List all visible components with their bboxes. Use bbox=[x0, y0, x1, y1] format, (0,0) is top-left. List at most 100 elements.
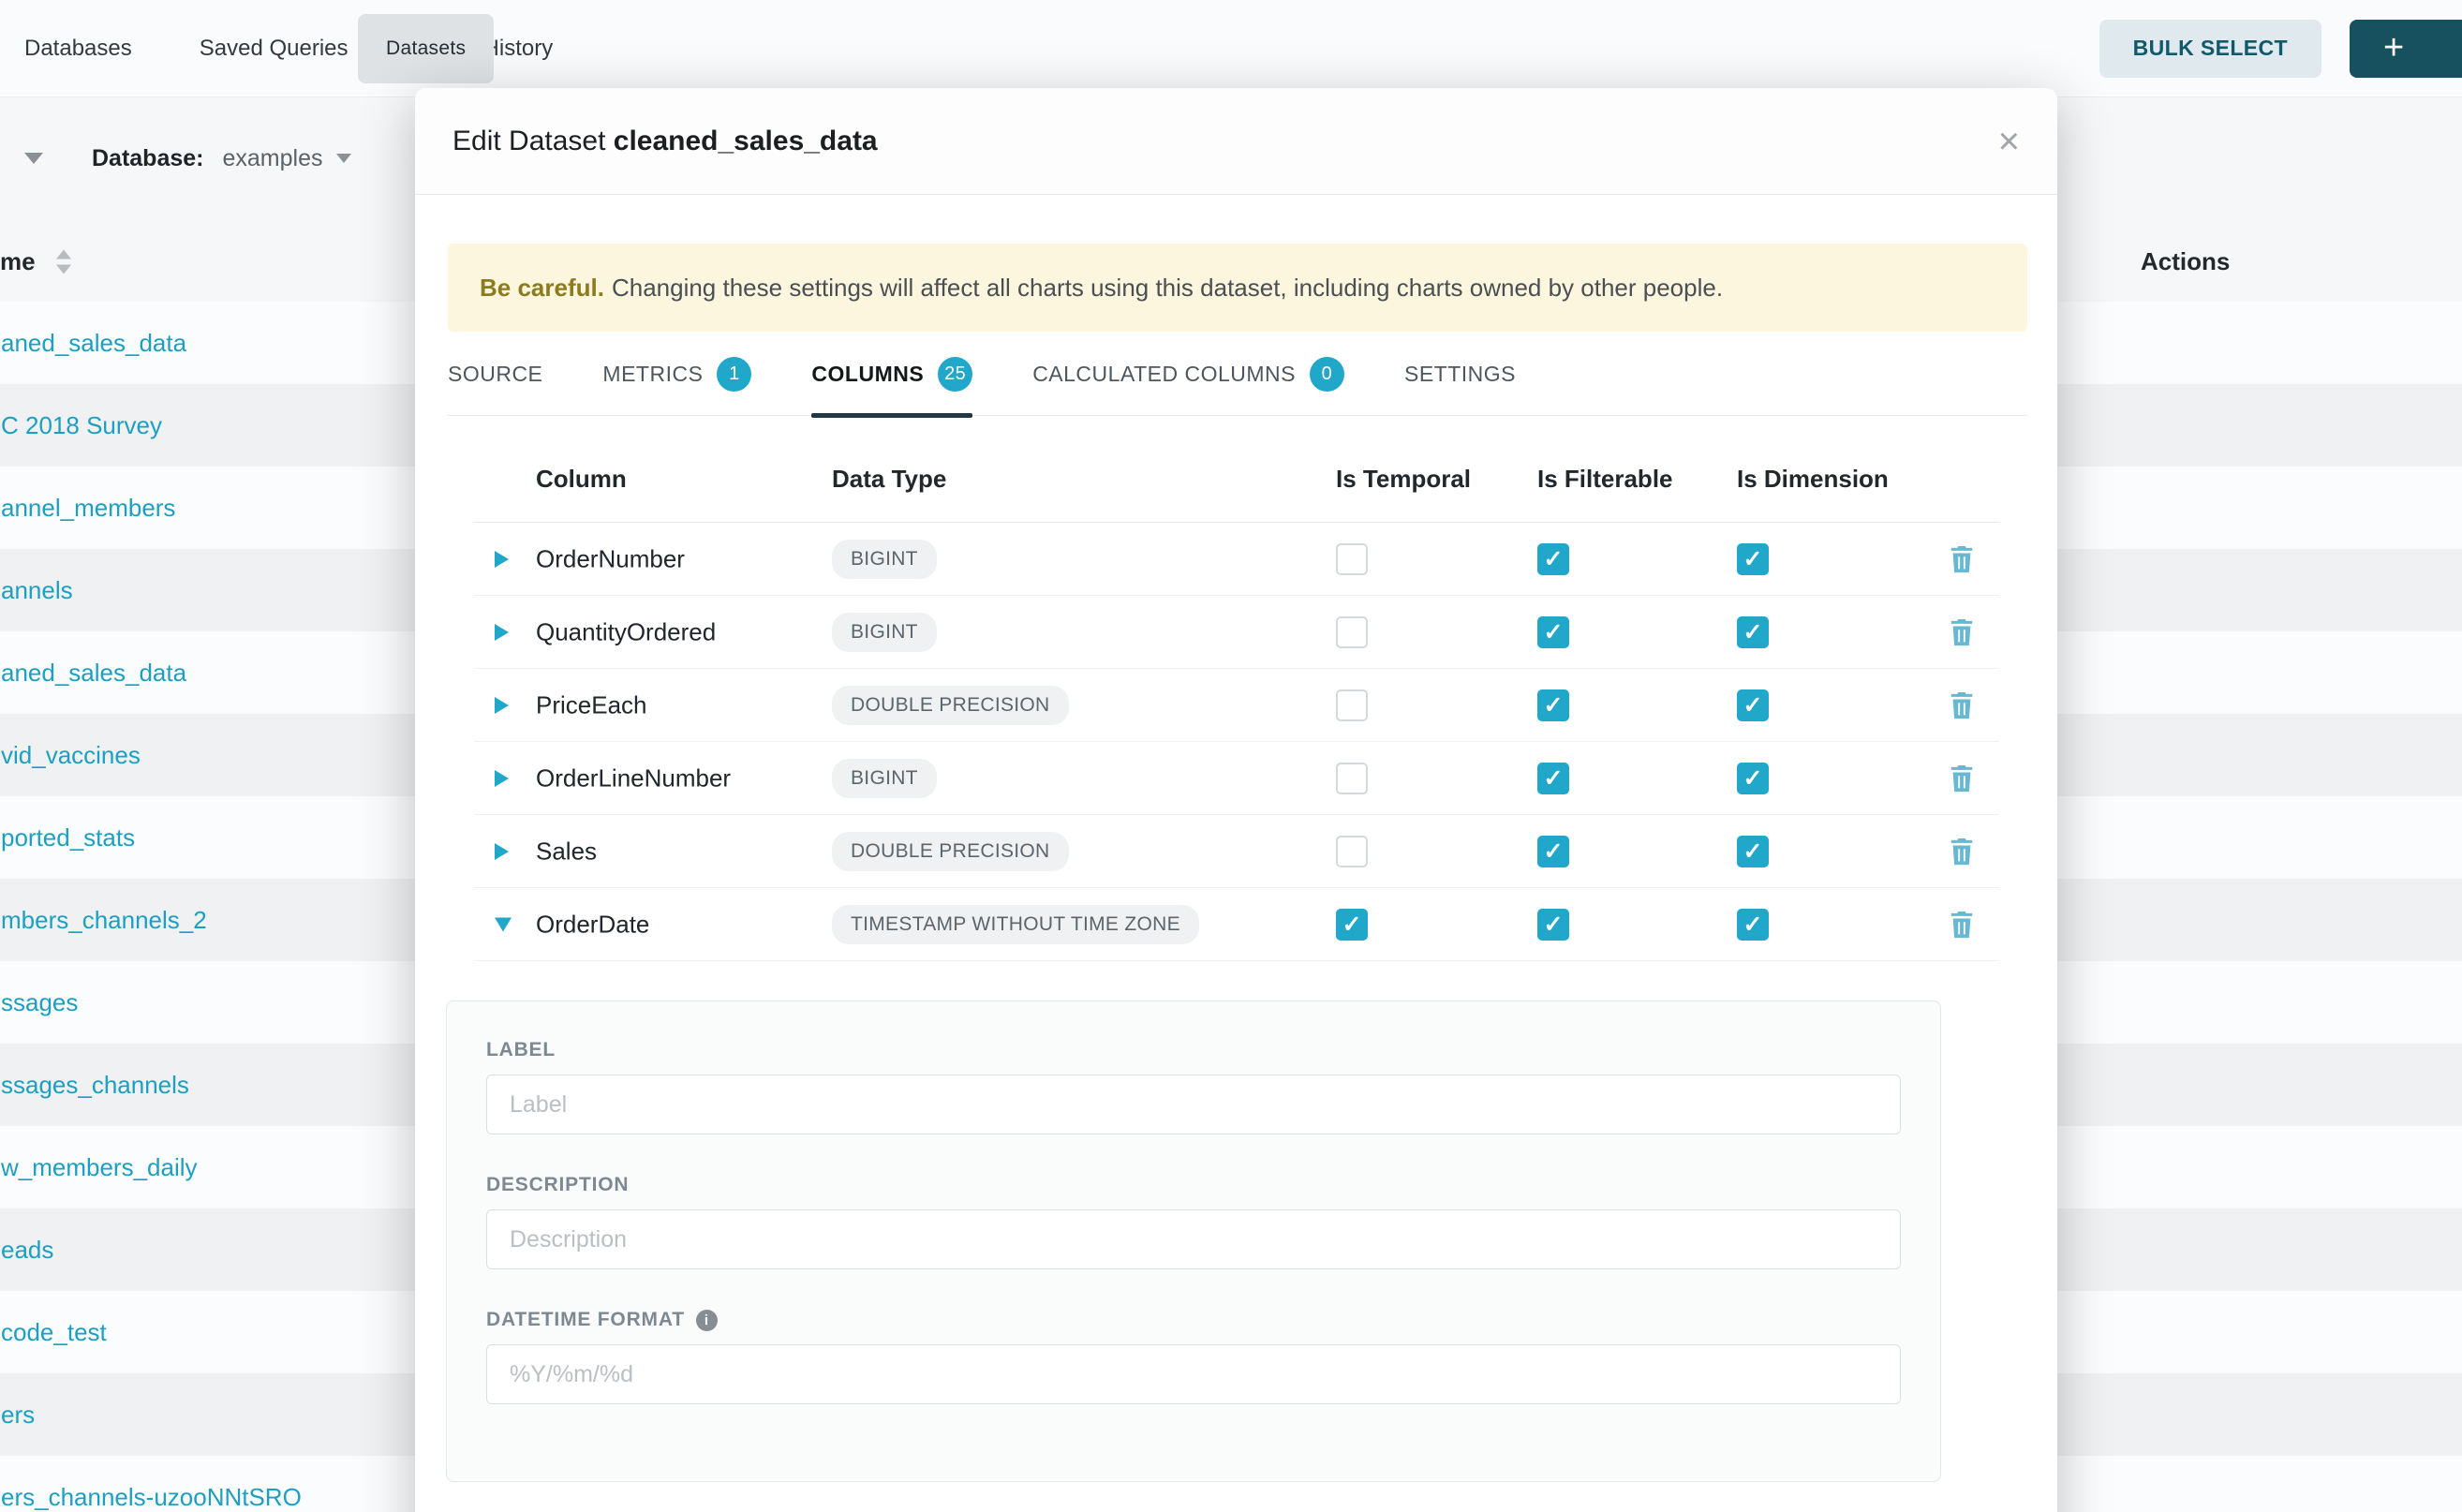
column-name: Sales bbox=[536, 837, 597, 866]
data-type-pill: BIGINT bbox=[832, 613, 937, 652]
is-dimension-header: Is Dimension bbox=[1737, 465, 1889, 494]
top-nav: Databases Datasets Saved Queries Query H… bbox=[0, 0, 2462, 97]
is-filterable-checkbox[interactable] bbox=[1537, 909, 1569, 941]
is-temporal-checkbox[interactable] bbox=[1336, 763, 1368, 794]
dataset-link[interactable]: aned_sales_data bbox=[0, 329, 186, 358]
columns-count-badge: 25 bbox=[938, 357, 972, 392]
is-temporal-checkbox[interactable] bbox=[1336, 909, 1368, 941]
dataset-link[interactable]: C 2018 Survey bbox=[0, 411, 162, 440]
data-type-pill: DOUBLE PRECISION bbox=[832, 686, 1069, 725]
dataset-link[interactable]: vid_vaccines bbox=[0, 741, 141, 770]
actions-column-header: Actions bbox=[2141, 221, 2230, 302]
tab-label: METRICS bbox=[602, 362, 703, 387]
database-filter-label: Database: bbox=[92, 145, 204, 172]
datetime-format-input[interactable] bbox=[486, 1344, 1901, 1404]
metrics-count-badge: 1 bbox=[717, 357, 751, 392]
column-row-quantityordered: QuantityOrdered BIGINT bbox=[474, 596, 1999, 669]
trash-icon[interactable] bbox=[1948, 910, 1976, 940]
dataset-link[interactable]: annel_members bbox=[0, 494, 175, 523]
is-temporal-checkbox[interactable] bbox=[1336, 689, 1368, 721]
caret-right-icon[interactable] bbox=[495, 551, 509, 568]
filter-toolbar: Database: examples bbox=[24, 127, 351, 189]
modal-title-dataset-name: cleaned_sales_data bbox=[614, 126, 878, 156]
page: Databases Datasets Saved Queries Query H… bbox=[0, 0, 2462, 1512]
is-temporal-checkbox[interactable] bbox=[1336, 616, 1368, 648]
add-dataset-button[interactable]: + bbox=[2350, 20, 2462, 78]
is-dimension-checkbox[interactable] bbox=[1737, 616, 1769, 648]
database-filter-value[interactable]: examples bbox=[223, 145, 323, 172]
dataset-link[interactable]: ported_stats bbox=[0, 823, 135, 852]
dataset-link[interactable]: eads bbox=[0, 1236, 53, 1265]
is-dimension-checkbox[interactable] bbox=[1737, 909, 1769, 941]
close-icon[interactable]: × bbox=[1998, 123, 2020, 160]
trash-icon[interactable] bbox=[1948, 763, 1976, 793]
nav-item-saved-queries[interactable]: Saved Queries bbox=[200, 36, 349, 62]
trash-icon[interactable] bbox=[1948, 544, 1976, 574]
is-filterable-checkbox[interactable] bbox=[1537, 836, 1569, 867]
is-filterable-checkbox[interactable] bbox=[1537, 616, 1569, 648]
column-header: Column bbox=[536, 465, 627, 494]
tab-settings[interactable]: SETTINGS bbox=[1404, 334, 1516, 415]
column-row-orderlinenumber: OrderLineNumber BIGINT bbox=[474, 742, 1999, 815]
is-dimension-checkbox[interactable] bbox=[1737, 543, 1769, 575]
tab-source[interactable]: SOURCE bbox=[448, 334, 542, 415]
column-row-ordernumber: OrderNumber BIGINT bbox=[474, 523, 1999, 596]
is-filterable-checkbox[interactable] bbox=[1537, 543, 1569, 575]
modal-header: Edit Dataset cleaned_sales_data × bbox=[415, 88, 2057, 195]
is-dimension-checkbox[interactable] bbox=[1737, 763, 1769, 794]
is-temporal-header: Is Temporal bbox=[1336, 465, 1471, 494]
is-filterable-checkbox[interactable] bbox=[1537, 763, 1569, 794]
data-type-pill: BIGINT bbox=[832, 759, 937, 798]
modal-title: Edit Dataset cleaned_sales_data bbox=[452, 126, 878, 157]
column-row-priceeach: PriceEach DOUBLE PRECISION bbox=[474, 669, 1999, 742]
tab-label: SOURCE bbox=[448, 362, 542, 387]
dataset-link[interactable]: mbers_channels_2 bbox=[0, 906, 207, 935]
caret-right-icon[interactable] bbox=[495, 770, 509, 787]
label-field-label: LABEL bbox=[486, 1039, 1901, 1061]
collapse-caret-icon[interactable] bbox=[24, 153, 43, 164]
column-name: OrderLineNumber bbox=[536, 763, 731, 793]
dataset-link[interactable]: code_test bbox=[0, 1318, 107, 1347]
modal-tabs: SOURCE METRICS 1 COLUMNS 25 CALCULATED C… bbox=[448, 334, 2027, 416]
data-type-pill: TIMESTAMP WITHOUT TIME ZONE bbox=[832, 905, 1199, 944]
dataset-link[interactable]: ssages bbox=[0, 988, 78, 1017]
dataset-link[interactable]: w_members_daily bbox=[0, 1153, 198, 1182]
dataset-link[interactable]: ers bbox=[0, 1401, 35, 1430]
column-row-sales: Sales DOUBLE PRECISION bbox=[474, 815, 1999, 888]
caret-right-icon[interactable] bbox=[495, 843, 509, 860]
dataset-link[interactable]: aned_sales_data bbox=[0, 659, 186, 688]
trash-icon[interactable] bbox=[1948, 837, 1976, 867]
info-icon[interactable] bbox=[696, 1310, 718, 1331]
columns-table-header: Column Data Type Is Temporal Is Filterab… bbox=[474, 416, 1999, 523]
is-filterable-checkbox[interactable] bbox=[1537, 689, 1569, 721]
description-input[interactable] bbox=[486, 1209, 1901, 1269]
nav-item-databases[interactable]: Databases bbox=[24, 36, 132, 62]
sort-icon[interactable] bbox=[54, 249, 73, 274]
is-dimension-checkbox[interactable] bbox=[1737, 836, 1769, 867]
is-dimension-checkbox[interactable] bbox=[1737, 689, 1769, 721]
tab-metrics[interactable]: METRICS 1 bbox=[602, 334, 751, 415]
column-row-orderdate: OrderDate TIMESTAMP WITHOUT TIME ZONE bbox=[474, 888, 1999, 961]
trash-icon[interactable] bbox=[1948, 617, 1976, 647]
nav-item-datasets[interactable]: Datasets bbox=[358, 14, 494, 83]
bulk-select-button[interactable]: BULK SELECT bbox=[2099, 20, 2321, 78]
dataset-link[interactable]: annels bbox=[0, 576, 73, 605]
caret-down-icon[interactable] bbox=[495, 917, 512, 931]
column-name: OrderDate bbox=[536, 910, 649, 939]
caret-right-icon[interactable] bbox=[495, 624, 509, 641]
caret-right-icon[interactable] bbox=[495, 697, 509, 714]
expanded-column-panel: LABEL DESCRIPTION DATETIME FORMAT bbox=[446, 1001, 1941, 1482]
is-temporal-checkbox[interactable] bbox=[1336, 836, 1368, 867]
nav-right-actions: BULK SELECT + bbox=[2099, 20, 2438, 78]
is-temporal-checkbox[interactable] bbox=[1336, 543, 1368, 575]
dataset-link[interactable]: ssages_channels bbox=[0, 1071, 189, 1100]
tab-calculated-columns[interactable]: CALCULATED COLUMNS 0 bbox=[1032, 334, 1344, 415]
dataset-link[interactable]: ers_channels-uzooNNtSRO bbox=[0, 1483, 302, 1512]
label-input[interactable] bbox=[486, 1075, 1901, 1134]
tab-label: CALCULATED COLUMNS bbox=[1032, 362, 1296, 387]
chevron-down-icon[interactable] bbox=[336, 154, 351, 163]
tab-label: COLUMNS bbox=[811, 362, 924, 387]
tab-columns[interactable]: COLUMNS 25 bbox=[811, 334, 972, 415]
is-filterable-header: Is Filterable bbox=[1537, 465, 1673, 494]
trash-icon[interactable] bbox=[1948, 690, 1976, 720]
